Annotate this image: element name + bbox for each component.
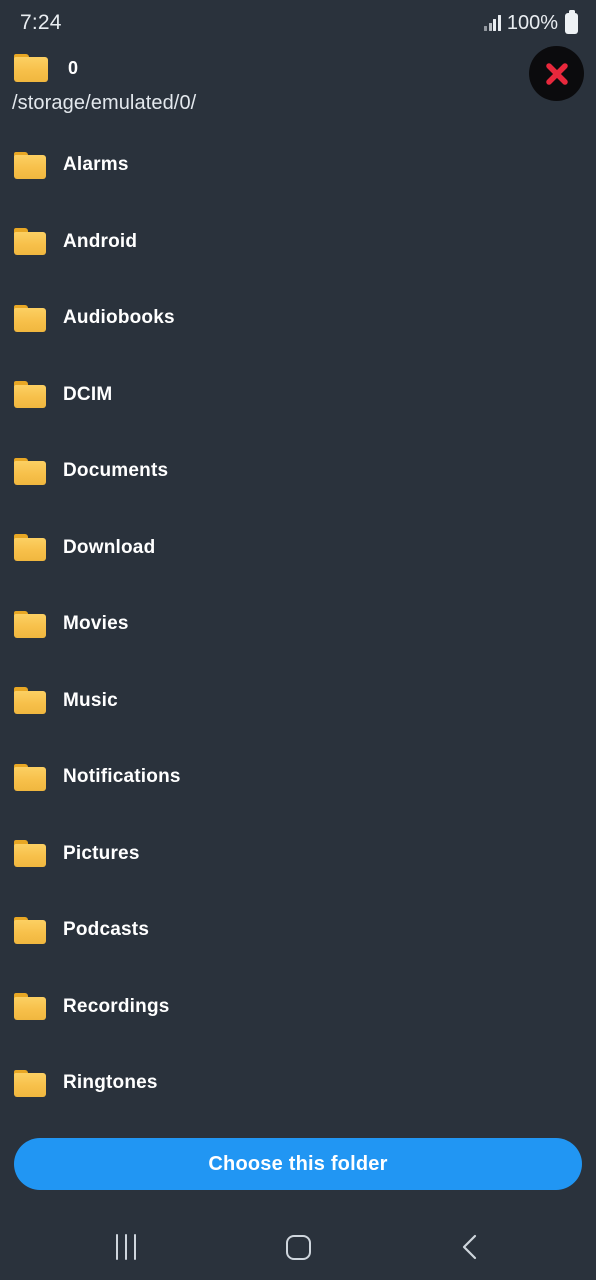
current-folder-row: 0 [0,46,596,90]
home-icon [285,1234,311,1260]
back-chevron-icon [459,1232,481,1262]
choose-this-folder-button[interactable]: Choose this folder [14,1138,582,1190]
back-button[interactable] [435,1221,505,1273]
list-item-label: Ringtones [63,1072,158,1094]
recents-button[interactable] [91,1221,161,1273]
list-item[interactable]: Audiobooks [0,280,596,357]
status-time: 7:24 [20,11,62,34]
list-item-label: Recordings [63,995,170,1017]
list-item-label: Podcasts [63,919,150,941]
folder-icon [14,534,46,562]
folder-icon [14,763,46,791]
list-item[interactable]: Podcasts [0,892,596,969]
list-item-label: Movies [63,613,129,635]
folder-list[interactable]: Alarms Android Audiobooks DCIM Documents… [0,123,596,1134]
page-title: 0 [68,57,79,78]
folder-icon [14,304,46,332]
battery-full-icon [565,9,578,34]
list-item-label: Android [63,230,138,252]
list-item[interactable]: DCIM [0,357,596,434]
list-item[interactable]: Alarms [0,127,596,204]
status-indicators: 100% [484,9,578,35]
file-picker-screen: 7:24 100% 0 /storage/emulated/0/ Alarms … [0,0,596,1280]
footer-actions: Choose this folder [0,1138,596,1190]
folder-icon [14,53,48,83]
folder-icon [14,993,46,1021]
list-item[interactable]: Notifications [0,739,596,816]
list-item[interactable]: Music [0,663,596,740]
list-item[interactable]: Pictures [0,816,596,893]
list-item-label: Download [63,536,156,558]
list-item-label: Audiobooks [63,307,175,329]
status-bar: 7:24 100% [0,0,596,46]
list-item-label: Music [63,689,118,711]
breadcrumb-path: /storage/emulated/0/ [12,92,197,114]
battery-percent-label: 100% [506,11,558,34]
close-button[interactable] [529,46,584,101]
android-navigation-bar [0,1214,596,1280]
folder-icon [14,687,46,715]
folder-icon [14,1069,46,1097]
recents-icon [116,1234,136,1260]
list-item[interactable]: Movies [0,586,596,663]
folder-icon [14,457,46,485]
header: 0 /storage/emulated/0/ [0,46,596,123]
list-item-label: DCIM [63,383,113,405]
list-item[interactable]: Recordings [0,969,596,1046]
home-button[interactable] [263,1221,333,1273]
list-item[interactable]: Documents [0,433,596,510]
folder-icon [14,381,46,409]
list-item-label: Documents [63,460,169,482]
list-item[interactable]: Download [0,510,596,587]
list-item[interactable]: Android [0,204,596,281]
list-item[interactable]: Ringtones [0,1045,596,1122]
folder-icon [14,610,46,638]
folder-icon [14,151,46,179]
close-x-icon [542,59,572,89]
list-item-label: Notifications [63,766,181,788]
list-item-label: Alarms [63,154,129,176]
folder-icon [14,228,46,256]
folder-icon [14,840,46,868]
list-item-label: Pictures [63,842,140,864]
folder-icon [14,916,46,944]
signal-bars-icon [484,15,501,31]
